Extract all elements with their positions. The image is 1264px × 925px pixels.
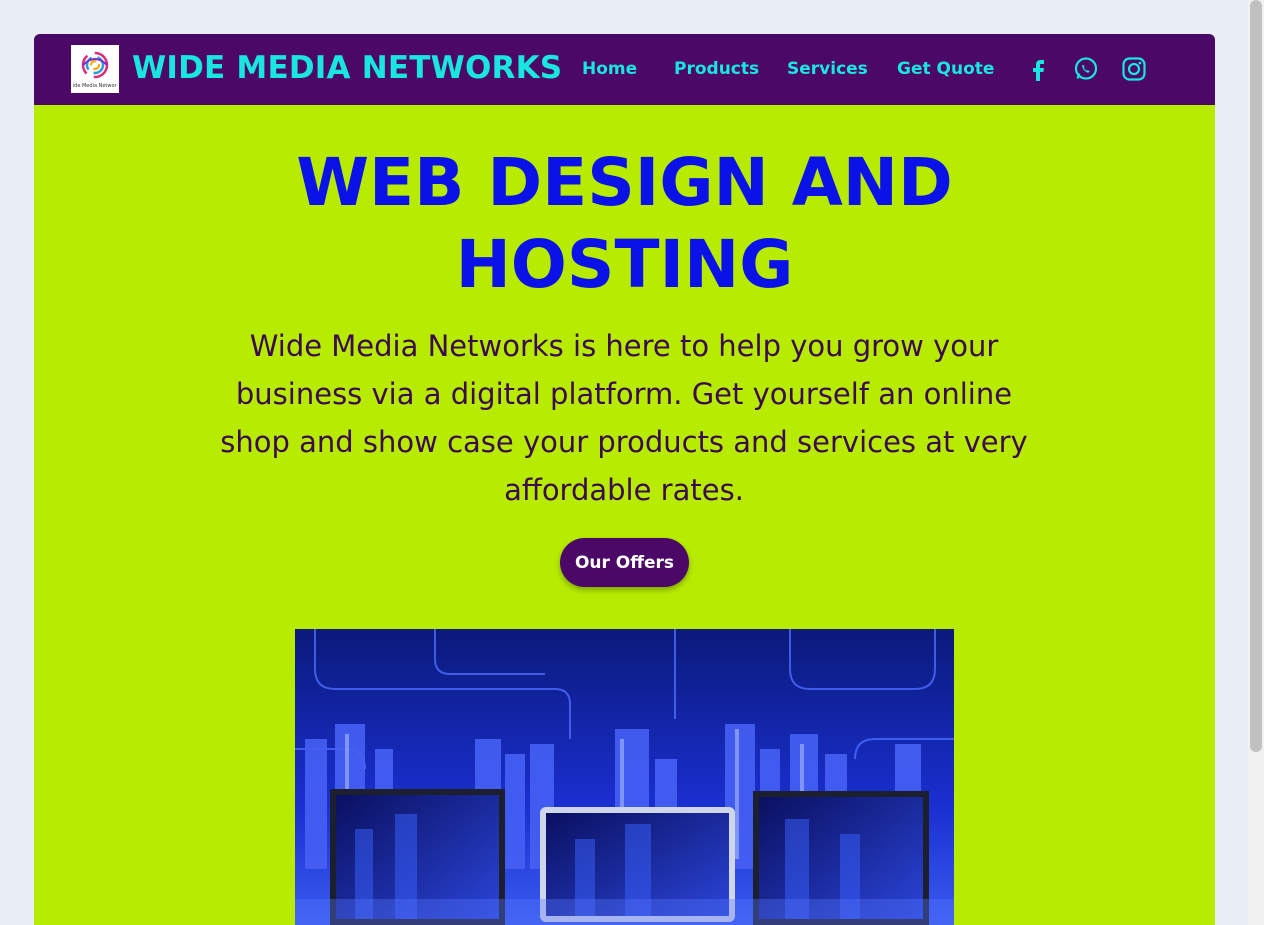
navbar: Wide Media Networks WIDE MEDIA NETWORKS …: [34, 34, 1215, 105]
logo-icon: Wide Media Networks: [73, 51, 117, 89]
hero-title-line2: HOSTING: [455, 226, 794, 303]
nav-products[interactable]: Products: [674, 59, 759, 79]
scrollbar[interactable]: [1248, 0, 1264, 925]
nav-get-quote[interactable]: Get Quote: [897, 59, 994, 79]
nav-services[interactable]: Services: [787, 59, 868, 79]
hero-description: Wide Media Networks is here to help you …: [220, 329, 1028, 507]
whatsapp-icon[interactable]: [1073, 56, 1099, 82]
facebook-icon[interactable]: [1026, 56, 1052, 82]
hero-title-line1: WEB DESIGN AND: [296, 144, 953, 221]
page-container: Wide Media Networks WIDE MEDIA NETWORKS …: [34, 34, 1215, 925]
scrollbar-thumb[interactable]: [1250, 0, 1262, 752]
brand-name[interactable]: WIDE MEDIA NETWORKS: [132, 50, 562, 86]
hero-image: [295, 629, 954, 925]
logo[interactable]: Wide Media Networks: [71, 45, 119, 93]
city-devices-illustration: [295, 629, 954, 925]
nav-home[interactable]: Home: [582, 59, 637, 79]
instagram-icon[interactable]: [1121, 56, 1147, 82]
our-offers-button[interactable]: Our Offers: [560, 538, 689, 587]
logo-text: Wide Media Networks: [73, 83, 117, 89]
hero-title: WEB DESIGN AND HOSTING: [34, 142, 1215, 306]
